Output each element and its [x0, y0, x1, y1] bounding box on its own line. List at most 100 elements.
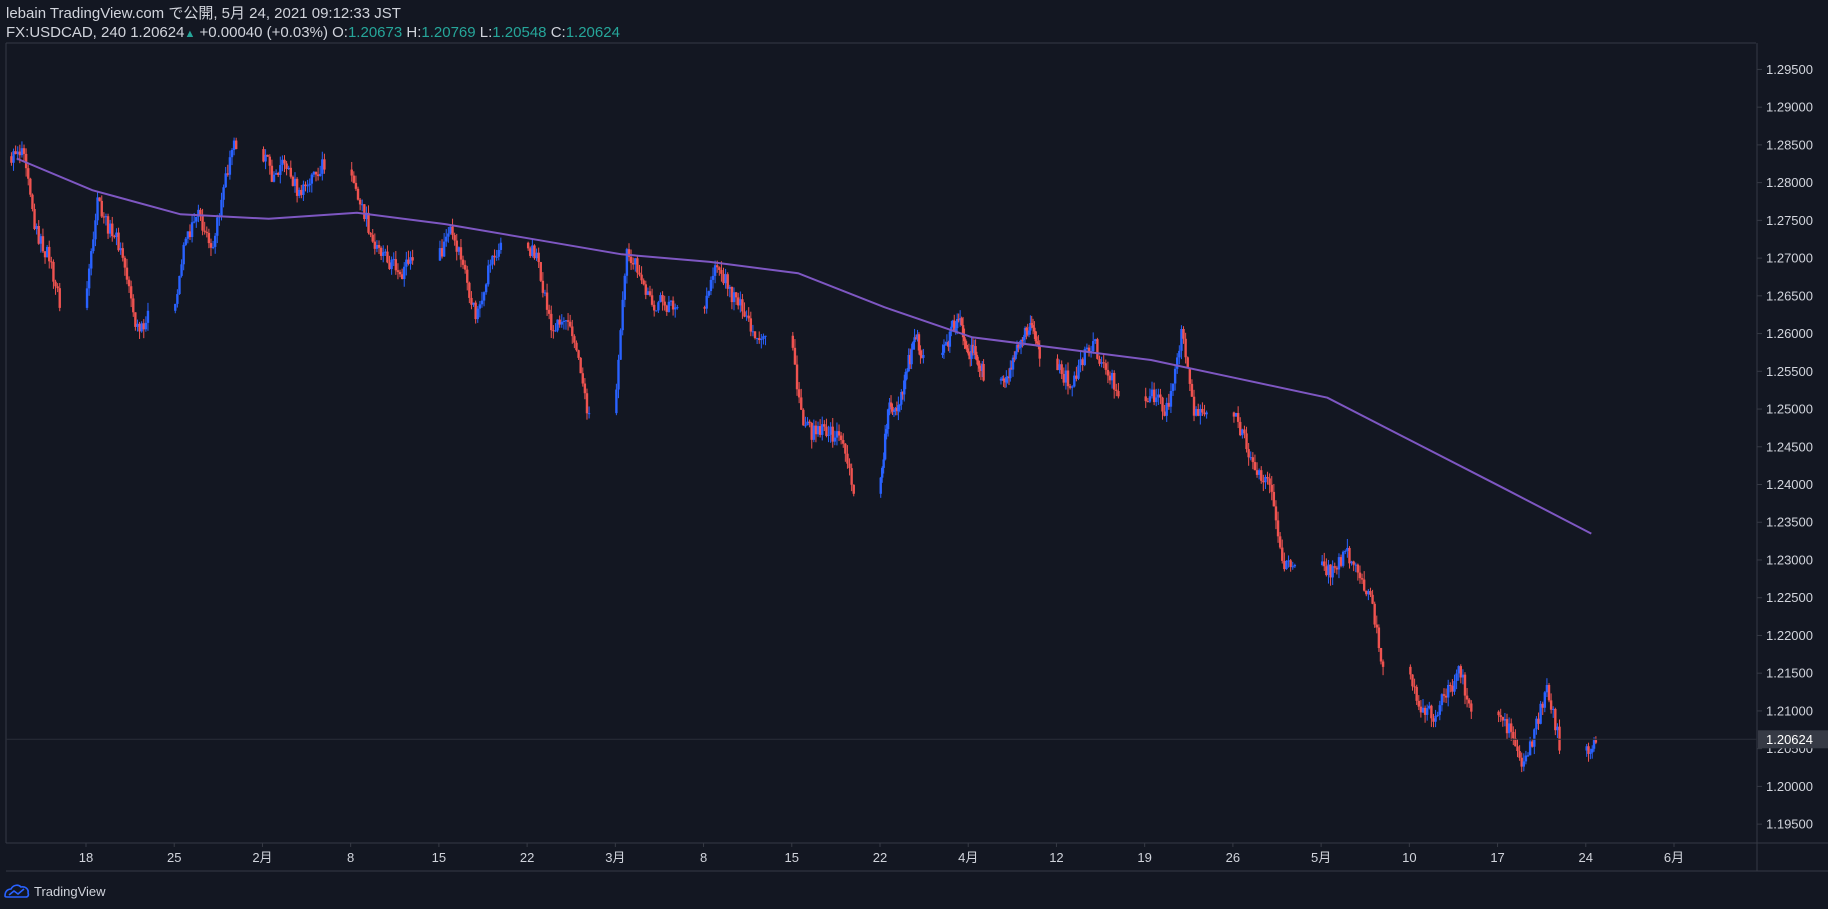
candle-body	[539, 262, 542, 281]
candle	[264, 149, 267, 170]
candle-body	[1432, 718, 1435, 722]
candle	[1070, 385, 1074, 397]
candle	[640, 266, 643, 285]
candle-body	[180, 264, 183, 276]
candle	[652, 300, 656, 317]
candle	[321, 151, 324, 181]
candle	[1257, 468, 1261, 480]
candle	[797, 382, 801, 404]
candle	[373, 233, 377, 255]
candle	[1075, 366, 1078, 382]
candle-body	[1465, 695, 1469, 700]
candle	[474, 300, 477, 324]
candle-body	[85, 288, 89, 308]
candle	[27, 164, 30, 186]
candle	[262, 146, 265, 163]
candle-body	[1247, 449, 1250, 458]
candle-body	[409, 257, 412, 264]
candle	[1373, 601, 1376, 628]
candle-body	[1545, 685, 1549, 693]
time-tick-label: 17	[1490, 850, 1504, 865]
candle-body	[1369, 591, 1372, 595]
candle-body	[1531, 741, 1534, 747]
candle	[1526, 752, 1530, 758]
candle-body	[1161, 397, 1164, 412]
candle-body	[1440, 694, 1444, 706]
candle-body	[117, 232, 120, 251]
candle-body	[213, 235, 217, 247]
candle-body	[289, 167, 293, 177]
candle-body	[906, 371, 909, 373]
candle	[270, 159, 274, 183]
candle	[222, 184, 225, 208]
candle-body	[211, 246, 215, 248]
candle	[405, 251, 408, 276]
candle	[760, 333, 763, 349]
price-chart[interactable]: 1.195001.200001.205001.210001.215001.220…	[0, 0, 1828, 909]
candle-body	[1165, 402, 1168, 416]
candle-body	[724, 274, 727, 284]
candle	[718, 266, 721, 276]
candle-body	[663, 301, 666, 306]
candle-body	[537, 252, 540, 263]
candle	[1554, 707, 1557, 736]
candle-body	[54, 281, 57, 287]
time-tick-label: 3月	[605, 850, 625, 865]
candle	[100, 195, 103, 219]
candle	[111, 216, 114, 242]
candle-body	[52, 261, 55, 282]
candle-body	[1470, 703, 1473, 712]
candle-body	[45, 246, 49, 258]
candle	[409, 251, 412, 270]
candle-body	[1058, 364, 1061, 371]
candle	[203, 221, 206, 235]
candle	[323, 153, 326, 174]
candle	[10, 152, 13, 166]
candle	[1436, 711, 1439, 717]
candle-body	[827, 434, 830, 436]
candle	[94, 213, 97, 247]
candle	[1287, 555, 1290, 568]
candle	[312, 171, 316, 178]
candle	[1325, 558, 1328, 577]
candle-body	[964, 341, 968, 349]
candle-body	[1325, 566, 1328, 576]
candle	[407, 250, 410, 266]
candle-body	[818, 426, 822, 435]
candle	[1253, 454, 1257, 471]
candle	[812, 419, 816, 443]
candle	[948, 328, 952, 353]
candle	[211, 240, 215, 250]
candle	[1499, 708, 1502, 722]
candle-body	[220, 199, 223, 216]
candle-body	[722, 273, 725, 284]
candle-body	[910, 349, 913, 365]
candle	[1413, 678, 1416, 694]
candle-body	[1239, 421, 1242, 436]
candle	[113, 234, 116, 239]
candle-body	[403, 266, 406, 280]
candle	[648, 285, 652, 297]
candle-body	[392, 259, 395, 261]
candle	[833, 430, 837, 446]
candle	[350, 161, 353, 182]
candle	[558, 315, 561, 328]
candle	[274, 169, 278, 175]
candle	[218, 213, 221, 226]
candle-body	[966, 348, 969, 353]
candle-body	[308, 183, 311, 186]
candle-body	[354, 182, 358, 189]
candle-body	[184, 238, 187, 245]
candle	[1073, 371, 1076, 388]
candle	[814, 420, 818, 443]
candle	[123, 255, 127, 276]
candle	[1239, 417, 1242, 437]
candle-body	[713, 265, 717, 276]
candle-body	[1518, 751, 1521, 758]
candle	[1199, 404, 1202, 425]
candle-body	[1293, 565, 1297, 567]
time-tick-label: 22	[873, 850, 887, 865]
candle	[1514, 729, 1517, 747]
candle	[188, 224, 192, 240]
candle	[564, 320, 568, 330]
